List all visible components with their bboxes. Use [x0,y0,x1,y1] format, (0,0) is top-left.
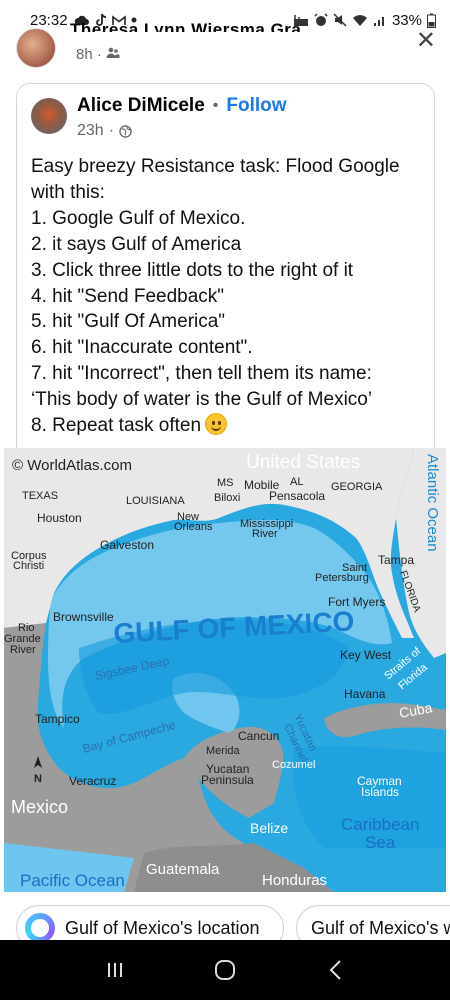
label-ms: MS [217,477,234,489]
avatar[interactable] [31,98,67,134]
label-houston: Houston [37,511,82,525]
post-line: 4. hit "Send Feedback" [31,285,225,307]
map-watermark: © WorldAtlas.com [12,457,132,474]
label-caribbean-1: Caribbean [341,815,419,834]
label-cozumel: Cozumel [272,759,315,771]
recent-apps-button[interactable] [95,950,135,990]
label-merida: Merida [206,745,241,757]
post-line: Easy breezy Resistance task: Flood Googl… [31,156,400,177]
shared-post-author-line: Alice DiMicele • Follow [77,95,287,117]
back-button[interactable] [315,950,355,990]
gulf-map-image[interactable]: © WorldAtlas.com United States Atlantic … [4,448,446,892]
parent-post-time: 8h [76,46,93,63]
search-chip-label: Gulf of Mexico's w [311,917,450,938]
post-line-text: 8. Repeat task often [31,415,202,437]
friends-audience-icon [106,47,120,58]
post-text: Easy breezy Resistance task: Flood Googl… [31,154,426,439]
close-icon[interactable]: ✕ [416,26,436,55]
post-line: 6. hit "Inaccurate content". [31,337,253,359]
label-belize: Belize [250,820,288,836]
dot-separator: • [212,97,219,114]
parent-post-meta: 8h · [76,46,120,63]
post-line: 2. it says Gulf of America [31,233,242,255]
post-line: 1. Google Gulf of Mexico. [31,207,246,229]
post-line-last: 8. Repeat task often [31,413,426,439]
back-icon [329,960,341,980]
recent-apps-icon [108,963,122,977]
dot-separator: · [96,46,107,63]
meta-ai-icon [25,913,55,943]
follow-button[interactable]: Follow [226,95,286,117]
post-line: 5. hit "Gulf Of America" [31,311,226,333]
gulf-map-svg: © WorldAtlas.com United States Atlantic … [4,448,446,892]
smiley-emoji-icon [205,413,228,436]
shared-post-meta: 23h · [77,122,132,140]
shared-post-card: Alice DiMicele • Follow 23h · Easy breez… [16,83,435,463]
label-caribbean-2: Sea [365,833,396,852]
globe-icon [119,124,132,138]
compass-n: N [34,773,42,785]
label-pacific: Pacific Ocean [20,871,125,890]
label-cayman-2: Islands [361,785,399,799]
label-st-pete-2: Petersburg [315,572,369,584]
label-guatemala: Guatemala [146,861,220,878]
label-mexico: Mexico [11,797,68,817]
label-louisiana: LOUISIANA [126,495,185,507]
label-yucatan-pen-2: Peninsula [201,773,254,787]
label-veracruz: Veracruz [69,774,116,788]
shared-post-time: 23h [77,122,104,139]
label-brownsville: Brownsville [53,610,114,624]
label-cancun: Cancun [238,729,279,743]
label-havana: Havana [344,687,386,701]
label-united-states: United States [246,452,360,473]
search-chip-label: Gulf of Mexico's location [65,917,260,938]
parent-post-header: Theresa Lynn Wiersma Gra... 8h · ✕ [0,20,450,68]
post-line: 3. Click three little dots to the right … [31,259,354,281]
label-honduras: Honduras [262,872,327,889]
label-texas: TEXAS [22,490,58,502]
label-corpus-2: Christi [13,560,44,572]
label-biloxi: Biloxi [214,492,240,504]
system-nav-bar [0,940,450,1000]
label-mississippi-2: River [252,528,278,540]
home-button[interactable] [205,950,245,990]
avatar[interactable] [16,28,56,68]
label-atlantic: Atlantic Ocean [424,454,441,552]
label-galveston: Galveston [100,538,154,552]
label-rio-3: River [10,644,36,656]
label-tampa: Tampa [378,553,414,567]
dot-separator: · [108,122,115,139]
label-key-west: Key West [340,648,392,662]
label-tampico: Tampico [35,712,80,726]
label-pensacola: Pensacola [269,489,325,503]
label-georgia: GEORGIA [331,481,383,493]
parent-post-author[interactable]: Theresa Lynn Wiersma Gra... [70,20,317,32]
post-line: ‘This body of water is the Gulf of Mexic… [31,389,373,411]
post-line: 7. hit "Incorrect", then tell them its n… [31,363,372,385]
label-new-orleans-2: Orleans [174,521,213,533]
label-al: AL [290,476,303,488]
post-line: with this: [31,181,105,203]
home-icon [215,960,235,980]
shared-post-author[interactable]: Alice DiMicele [77,95,205,117]
